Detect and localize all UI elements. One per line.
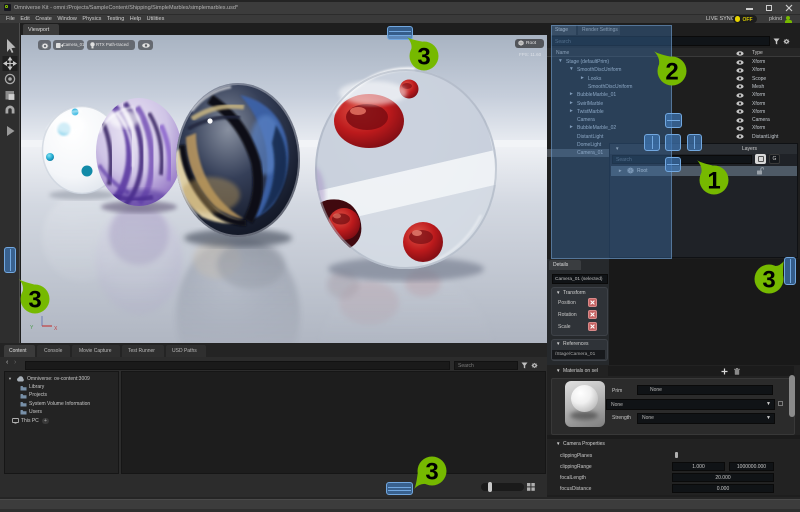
svg-text:2: 2 bbox=[665, 59, 678, 86]
svg-text:1: 1 bbox=[707, 168, 720, 195]
svg-text:3: 3 bbox=[28, 287, 41, 314]
svg-text:3: 3 bbox=[417, 44, 430, 71]
svg-text:3: 3 bbox=[762, 267, 775, 294]
svg-text:3: 3 bbox=[425, 459, 438, 486]
